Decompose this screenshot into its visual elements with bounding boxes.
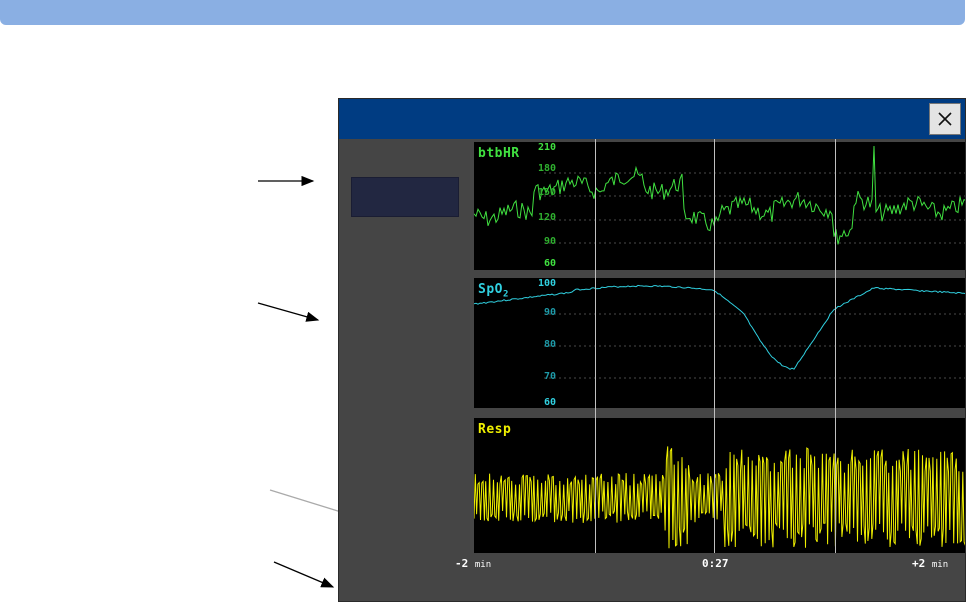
spo2-label: SpO2: [478, 282, 509, 300]
hr-trend-panel: btbHR 210 180 150 120 90 60: [474, 142, 965, 270]
spo2-tick-100: 100: [538, 278, 557, 289]
spo2-tick-70: 70: [544, 371, 557, 382]
time-gridline-1: [595, 139, 596, 553]
window-titlebar: [339, 99, 965, 139]
close-button[interactable]: [929, 103, 961, 135]
side-menu-button[interactable]: [351, 177, 459, 217]
resp-trend-line: [474, 446, 965, 549]
hr-gridlines: [544, 172, 965, 244]
hr-label: btbHR: [478, 146, 520, 161]
hr-tick-60: 60: [544, 258, 557, 269]
time-gridline-3: [835, 139, 836, 553]
hr-tick-210: 210: [538, 142, 557, 153]
spo2-trend-panel: SpO2 100 90 80 70 60: [474, 278, 965, 408]
hr-tick-90: 90: [544, 236, 557, 247]
time-label-right-value: +2: [912, 557, 926, 570]
spo2-label-text: SpO: [478, 282, 503, 297]
time-label-left-value: -2: [455, 557, 469, 570]
time-label-center: 0:27: [702, 557, 729, 570]
spo2-tick-60: 60: [544, 397, 557, 408]
resp-trend-graph: [474, 446, 965, 549]
time-label-right-unit: min: [931, 560, 949, 570]
arrow-4: [273, 561, 335, 588]
spo2-label-sub: 2: [502, 289, 509, 300]
time-label-left-unit: min: [474, 560, 492, 570]
hr-tick-120: 120: [538, 212, 557, 223]
close-icon: [938, 112, 952, 126]
trend-window: btbHR 210 180 150 120 90 60 SpO2 100 90 …: [338, 98, 966, 602]
hr-tick-150: 150: [538, 187, 557, 198]
spo2-tick-80: 80: [544, 339, 557, 350]
spo2-trend-line: [474, 284, 965, 370]
hr-tick-180: 180: [538, 163, 557, 174]
hr-trend-graph: [474, 145, 965, 245]
arrow-2: [257, 302, 320, 322]
time-label-right: +2 min: [912, 557, 948, 570]
time-gridline-2: [714, 139, 715, 553]
spo2-tick-90: 90: [544, 307, 557, 318]
resp-label: Resp: [478, 422, 512, 437]
spo2-gridlines: [544, 313, 965, 379]
resp-trend-panel: Resp: [474, 418, 965, 553]
time-label-left: -2 min: [455, 557, 491, 570]
